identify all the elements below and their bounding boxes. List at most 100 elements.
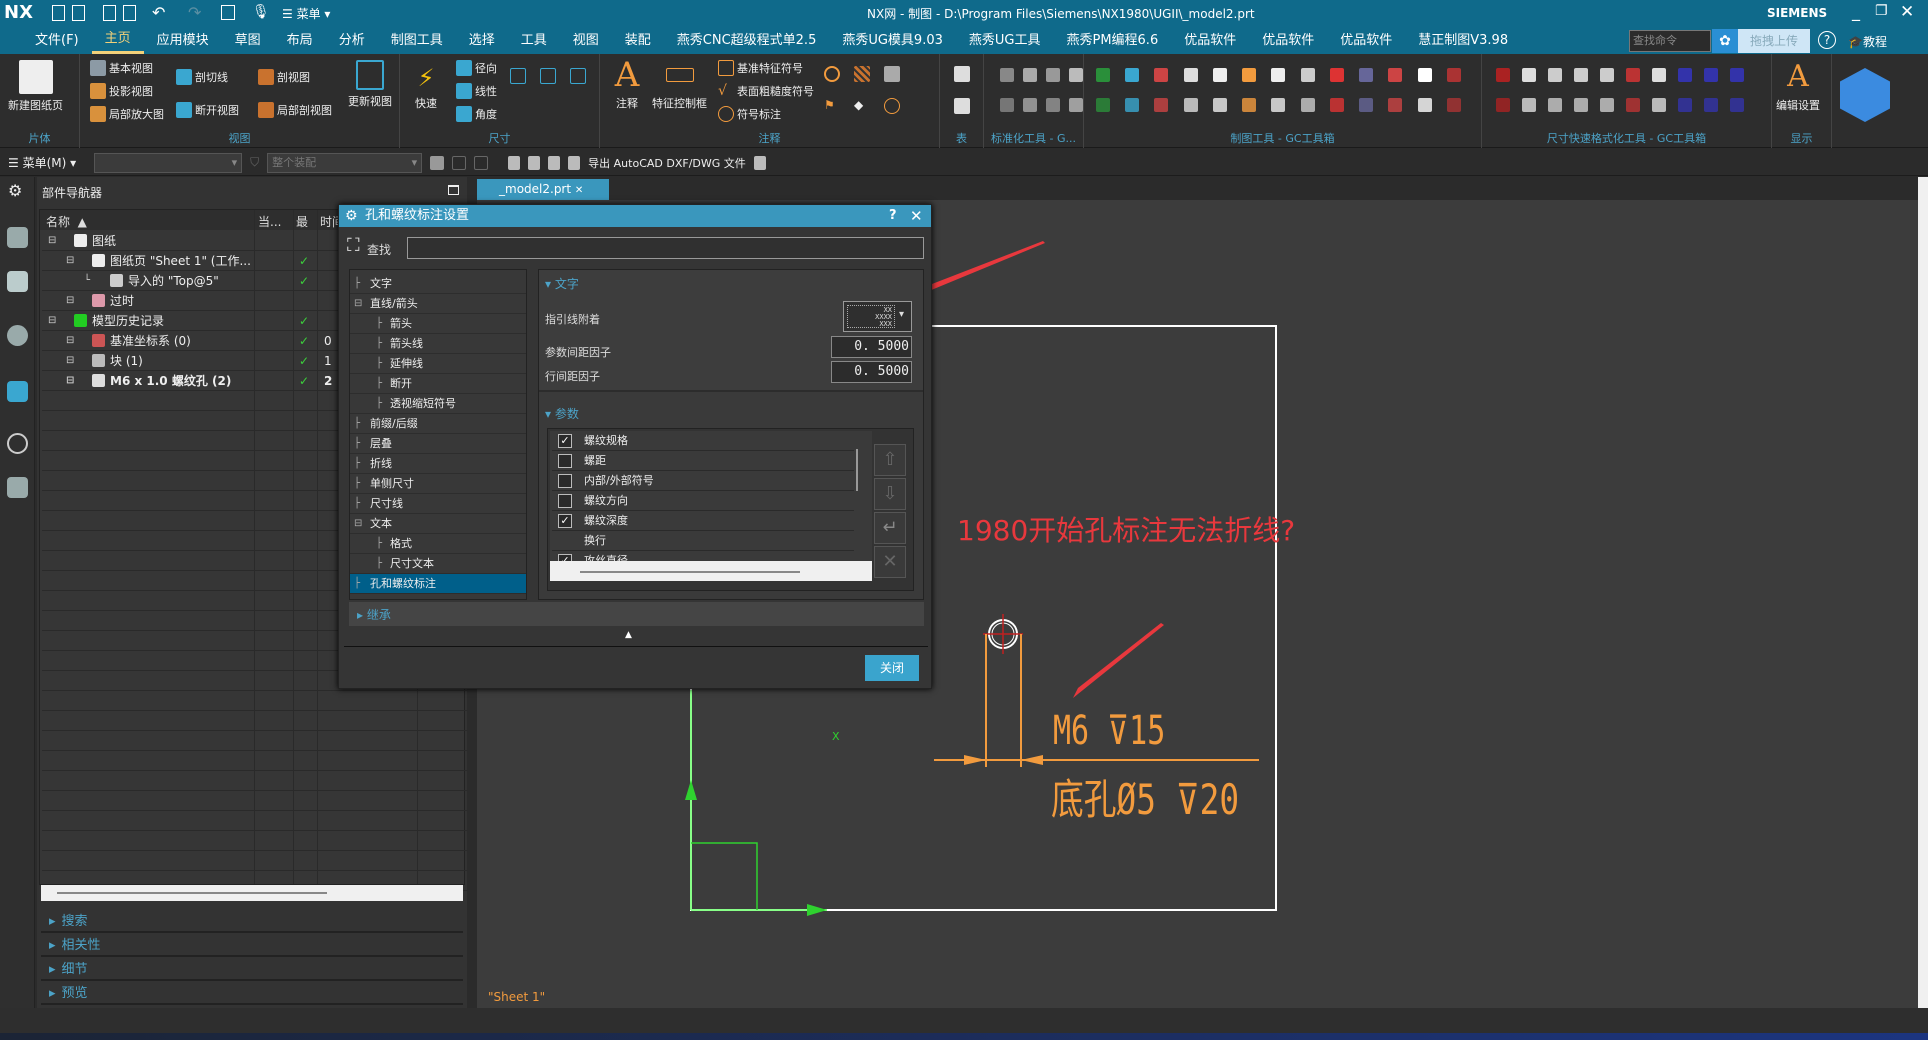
menu-item[interactable]: 装配 xyxy=(612,27,664,54)
thickness-dim-icon[interactable] xyxy=(570,68,586,84)
toolbox-tool-icon[interactable] xyxy=(1183,98,1198,112)
menu-button[interactable]: ☰ 菜单(M) ▾ xyxy=(8,154,76,171)
detail-view-button[interactable]: 局部放大图 xyxy=(90,106,164,122)
tree-item[interactable]: ├ 箭头线 xyxy=(350,334,526,354)
menu-item[interactable]: 优品软件 xyxy=(1171,27,1249,54)
cloud-icon[interactable]: ✿ xyxy=(1712,29,1738,53)
param-checkbox[interactable] xyxy=(558,454,572,468)
menu-item[interactable]: 主页 xyxy=(91,27,144,54)
toolbox-tool-icon[interactable] xyxy=(1548,98,1562,112)
select-icon[interactable] xyxy=(452,155,467,170)
toolbox-tool-icon[interactable] xyxy=(1096,68,1110,82)
toolbox-tool-icon[interactable] xyxy=(1271,68,1286,82)
edit-settings-button[interactable]: A 编辑设置 xyxy=(1776,60,1820,113)
dwg-icon[interactable] xyxy=(753,155,766,170)
table-icon[interactable] xyxy=(954,66,970,82)
tree-item[interactable]: ⊟ 文本 xyxy=(350,514,526,534)
menu-item[interactable]: 优品软件 xyxy=(1249,27,1327,54)
toolbox-tool-icon[interactable] xyxy=(1446,98,1461,112)
tree-item[interactable]: ├ 格式 xyxy=(350,534,526,554)
angular-button[interactable]: 角度 xyxy=(456,106,497,122)
bird-logo-icon[interactable] xyxy=(1840,68,1890,122)
tree-item[interactable]: ├ 透视缩短符号 xyxy=(350,394,526,414)
weld-icon[interactable] xyxy=(824,66,840,82)
scrollbar-thumb[interactable] xyxy=(57,892,327,894)
history-icon[interactable] xyxy=(7,433,28,454)
tree-item[interactable]: ├ 孔和螺纹标注 xyxy=(350,574,526,594)
microphone-icon[interactable]: 🎙 xyxy=(252,4,270,20)
toolbox-tool-icon[interactable] xyxy=(1704,98,1718,112)
menu-item[interactable]: 工具 xyxy=(508,27,560,54)
tool2-icon[interactable] xyxy=(548,155,561,170)
menu-item[interactable]: 燕秀UG模具9.03 xyxy=(829,27,956,54)
tree-item[interactable]: ├ 断开 xyxy=(350,374,526,394)
toolbox-tool-icon[interactable] xyxy=(1000,98,1014,112)
navigator-section[interactable]: ▸ 搜索 xyxy=(41,911,463,933)
move-down-button[interactable]: ⇩ xyxy=(874,478,906,510)
menu-item[interactable]: 燕秀PM编程6.6 xyxy=(1053,27,1171,54)
tool3-icon[interactable] xyxy=(568,155,581,170)
move-up-button[interactable]: ⇧ xyxy=(874,444,906,476)
tree-branch-icon[interactable]: └ xyxy=(84,271,90,291)
toolbox-tool-icon[interactable] xyxy=(1417,98,1432,112)
gear-icon[interactable]: ⚙ xyxy=(8,181,22,200)
gear-tool-icon[interactable] xyxy=(528,155,541,170)
toolbox-tool-icon[interactable] xyxy=(1069,98,1083,112)
param-row[interactable]: ✓ 螺纹规格 xyxy=(552,431,854,451)
toolbox-tool-icon[interactable] xyxy=(1271,98,1286,112)
text-section-header[interactable]: ▾ 文字 xyxy=(545,275,579,292)
toolbox-tool-icon[interactable] xyxy=(1388,68,1403,82)
menu-item[interactable]: 优品软件 xyxy=(1327,27,1405,54)
print-icon[interactable] xyxy=(221,5,235,20)
constraint-navigator-icon[interactable] xyxy=(7,325,28,346)
surface-finish-button[interactable]: √ 表面粗糙度符号 xyxy=(718,83,814,99)
toolbox-tool-icon[interactable] xyxy=(1300,98,1315,112)
projected-view-button[interactable]: 投影视图 xyxy=(90,83,153,99)
expand-toggle-icon[interactable]: ⊟ xyxy=(66,351,74,371)
tab-close-icon[interactable]: ✕ xyxy=(575,185,583,196)
tutorial-link[interactable]: 🎓教程 xyxy=(1848,33,1887,50)
drag-upload-button[interactable]: 拖拽上传 xyxy=(1738,29,1810,53)
toolbox-tool-icon[interactable] xyxy=(1125,68,1140,82)
toolbox-tool-icon[interactable] xyxy=(1600,98,1614,112)
update-views-button[interactable]: 更新视图 xyxy=(348,60,392,109)
collapse-icon[interactable]: ⊟ xyxy=(354,514,362,534)
navigator-horizontal-scrollbar[interactable] xyxy=(41,885,463,901)
tree-item[interactable]: ├ 层叠 xyxy=(350,434,526,454)
image-icon[interactable] xyxy=(884,66,900,82)
delete-button[interactable]: ✕ xyxy=(874,546,906,578)
callout-line-2[interactable]: 底孔Ø5 ⊽20 xyxy=(1051,766,1239,827)
roles-icon[interactable] xyxy=(7,477,28,498)
tab-model2[interactable]: _model2.prt ✕ xyxy=(477,179,609,200)
toolbox-tool-icon[interactable] xyxy=(1678,68,1692,82)
feature-control-frame-button[interactable]: 特征控制框 xyxy=(652,58,707,111)
tool-icon[interactable] xyxy=(508,155,521,170)
param-row[interactable]: 螺距 xyxy=(552,451,854,471)
note-button[interactable]: A 注释 xyxy=(610,58,644,111)
param-row[interactable]: 螺纹方向 xyxy=(552,491,854,511)
filter-icon[interactable]: ⛉ xyxy=(250,155,259,170)
expand-toggle-icon[interactable]: ⊟ xyxy=(66,331,74,351)
toolbox-tool-icon[interactable] xyxy=(1329,98,1344,112)
toolbox-tool-icon[interactable] xyxy=(1125,98,1140,112)
chamfer-dim-icon[interactable] xyxy=(510,68,526,84)
tree-item[interactable]: ├ 尺寸文本 xyxy=(350,554,526,574)
params-vertical-scrollbar[interactable] xyxy=(856,449,858,491)
toolbox-tool-icon[interactable] xyxy=(1154,98,1169,112)
param-row[interactable]: 内部/外部符号 xyxy=(552,471,854,491)
param-row[interactable]: ✓ 螺纹深度 xyxy=(552,511,854,531)
expand-toggle-icon[interactable]: ⊟ xyxy=(48,231,56,251)
redo-icon[interactable]: ↷ xyxy=(188,3,201,22)
toolbox-tool-icon[interactable] xyxy=(1704,68,1718,82)
menu-item[interactable]: 布局 xyxy=(274,27,326,54)
maximize-navigator-button[interactable] xyxy=(448,185,459,195)
ordinate-dim-icon[interactable] xyxy=(540,68,556,84)
navigator-section[interactable]: ▸ 细节 xyxy=(41,959,463,981)
dialog-close-icon[interactable]: ✕ xyxy=(910,205,923,227)
export-dxf-dwg-button[interactable]: 导出 AutoCAD DXF/DWG 文件 xyxy=(588,155,746,171)
param-checkbox[interactable]: ✓ xyxy=(558,514,572,528)
restore-button[interactable]: ❐ xyxy=(1875,3,1888,19)
selection-filter-dropdown[interactable] xyxy=(94,152,243,173)
save-icon[interactable] xyxy=(103,5,116,21)
menu-item[interactable]: 制图工具 xyxy=(378,27,456,54)
